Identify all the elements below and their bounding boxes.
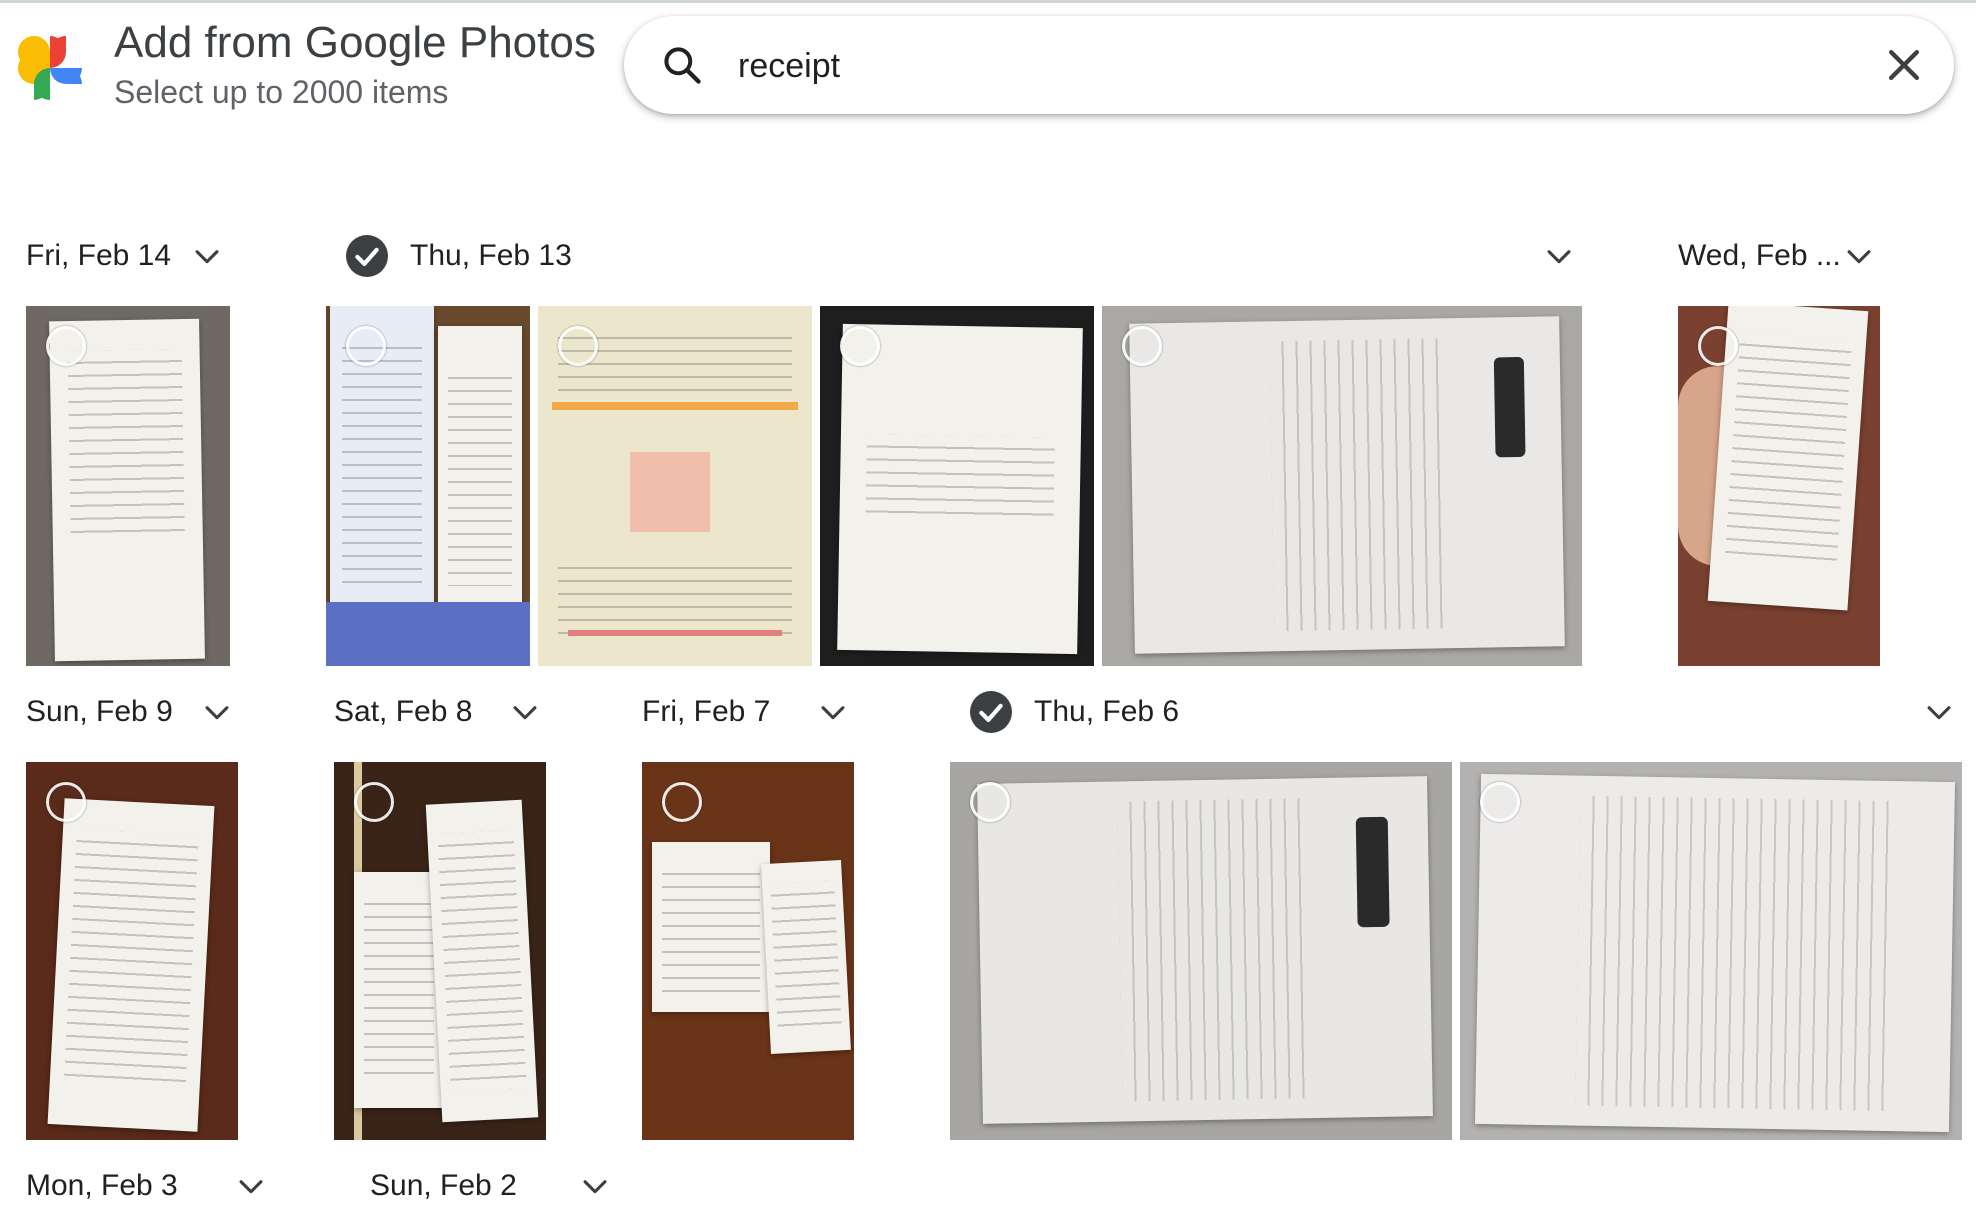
- date-group-header: Mon, Feb 3: [26, 1156, 266, 1216]
- date-label: Thu, Feb 13: [410, 239, 572, 272]
- date-group-header: Sun, Feb 9: [26, 682, 236, 742]
- select-circle-icon[interactable]: [354, 782, 394, 822]
- date-label: Fri, Feb 7: [642, 695, 771, 728]
- photo-thumbnail[interactable]: [538, 306, 812, 666]
- date-group-header: Sun, Feb 2: [370, 1156, 610, 1216]
- delivery-ticket-image: [1129, 316, 1565, 654]
- dialog-subtitle: Select up to 2000 items: [114, 74, 449, 110]
- date-label: Fri, Feb 14: [26, 239, 172, 272]
- date-label: Thu, Feb 6: [1034, 695, 1180, 728]
- receipt-image: [425, 799, 539, 1123]
- photo-thumbnail[interactable]: [642, 762, 854, 1140]
- check-circle-icon[interactable]: [346, 235, 388, 277]
- search-bar: [624, 16, 1954, 114]
- select-circle-icon[interactable]: [558, 326, 598, 366]
- photo-thumbnail[interactable]: [1460, 762, 1962, 1140]
- photo-thumbnail[interactable]: [950, 762, 1452, 1140]
- date-label: Sat, Feb 8: [334, 695, 473, 728]
- date-group-header: Thu, Feb 6: [970, 682, 1960, 742]
- photo-thumbnail[interactable]: [26, 306, 230, 666]
- select-circle-icon[interactable]: [1698, 326, 1738, 366]
- select-circle-icon[interactable]: [1480, 782, 1520, 822]
- select-circle-icon[interactable]: [346, 326, 386, 366]
- receipt-image: [652, 842, 770, 1012]
- select-circle-icon[interactable]: [46, 326, 86, 366]
- delivery-ticket-image: [977, 776, 1433, 1124]
- search-icon[interactable]: [660, 43, 704, 87]
- date-group-header: Wed, Feb ...: [1678, 226, 1878, 286]
- photo-thumbnail[interactable]: [334, 762, 546, 1140]
- receipt-image: [47, 798, 215, 1132]
- photo-shadow: [326, 602, 530, 666]
- photo-thumbnail[interactable]: [820, 306, 1094, 666]
- select-circle-icon[interactable]: [1122, 326, 1162, 366]
- watermark-logo: [630, 452, 710, 532]
- check-circle-icon[interactable]: [970, 691, 1012, 733]
- invoice-band: [552, 402, 798, 410]
- select-circle-icon[interactable]: [840, 326, 880, 366]
- document-image: [837, 323, 1083, 655]
- close-icon[interactable]: [1882, 43, 1926, 87]
- chevron-down-icon[interactable]: [1922, 695, 1956, 729]
- select-circle-icon[interactable]: [46, 782, 86, 822]
- chevron-down-icon[interactable]: [234, 1169, 268, 1203]
- chevron-down-icon[interactable]: [508, 695, 542, 729]
- select-circle-icon[interactable]: [662, 782, 702, 822]
- chevron-down-icon[interactable]: [816, 695, 850, 729]
- photo-thumbnail[interactable]: [326, 306, 530, 666]
- photo-thumbnail[interactable]: [1678, 306, 1880, 666]
- chevron-down-icon[interactable]: [578, 1169, 612, 1203]
- chevron-down-icon[interactable]: [200, 695, 234, 729]
- bank-receipt-image: [1474, 773, 1956, 1133]
- top-divider: [0, 0, 1976, 3]
- date-label: Wed, Feb ...: [1678, 239, 1841, 272]
- search-input[interactable]: [736, 36, 1780, 96]
- dialog-title: Add from Google Photos: [114, 18, 596, 67]
- receipt-image: [49, 318, 205, 662]
- invoice-footer: [568, 630, 782, 636]
- date-label: Mon, Feb 3: [26, 1169, 178, 1202]
- date-label: Sun, Feb 2: [370, 1169, 517, 1202]
- receipt-image: [438, 326, 522, 626]
- photo-thumbnail[interactable]: [1102, 306, 1582, 666]
- date-group-header: Sat, Feb 8: [334, 682, 544, 742]
- date-group-header: Thu, Feb 13: [346, 226, 1586, 286]
- select-circle-icon[interactable]: [970, 782, 1010, 822]
- date-label: Sun, Feb 9: [26, 695, 173, 728]
- chevron-down-icon[interactable]: [1542, 239, 1576, 273]
- photo-thumbnail[interactable]: [26, 762, 238, 1140]
- chevron-down-icon[interactable]: [190, 239, 224, 273]
- receipt-image: [761, 860, 851, 1054]
- google-photos-logo: [18, 36, 82, 100]
- date-group-header: Fri, Feb 14: [26, 226, 226, 286]
- date-group-header: Fri, Feb 7: [642, 682, 852, 742]
- chevron-down-icon[interactable]: [1842, 239, 1876, 273]
